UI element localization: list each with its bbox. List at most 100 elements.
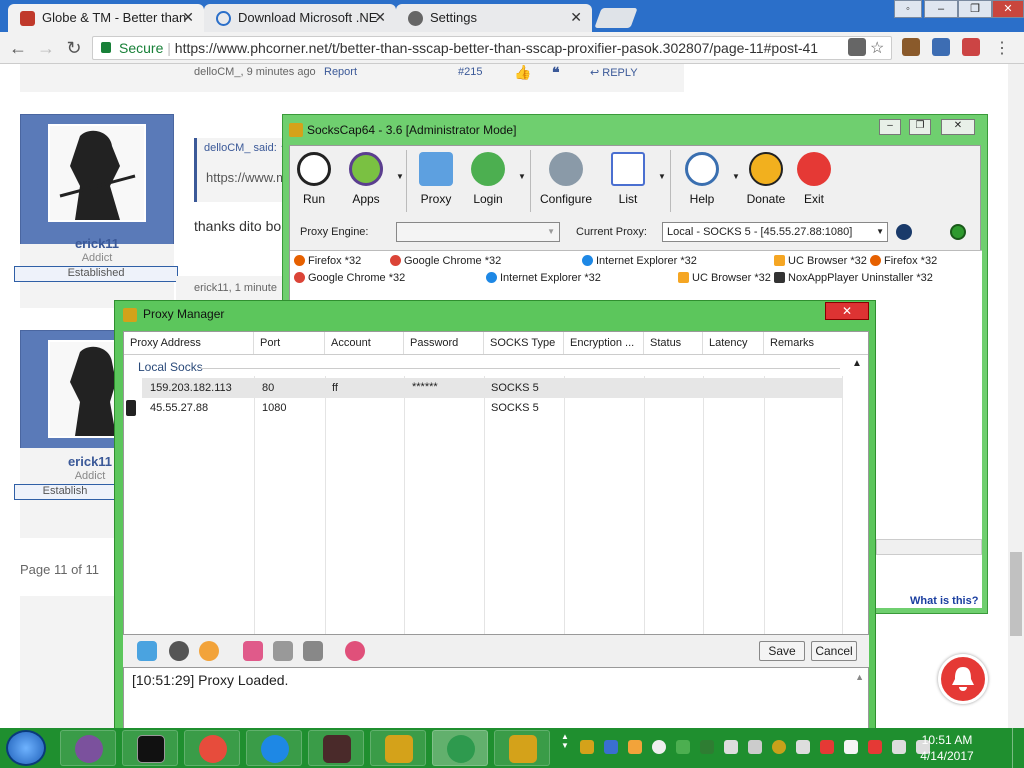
system-clock[interactable]: 10:51 AM 4/14/2017 — [912, 732, 982, 764]
quote-author[interactable]: delloCM_ said: ↑ — [204, 142, 285, 154]
what-is-this-link[interactable]: What is this? — [910, 595, 978, 607]
bulb-icon[interactable] — [273, 641, 293, 661]
tray-printer-icon[interactable] — [796, 740, 810, 754]
taskbar-game[interactable] — [308, 730, 364, 766]
menu-dots-icon[interactable]: ⋮ — [994, 38, 1012, 57]
proxy-engine-select[interactable]: ▼ — [396, 222, 560, 242]
tray-speaker-icon[interactable] — [844, 740, 858, 754]
login-button[interactable]: Login — [458, 152, 518, 206]
taskbar-cmd[interactable] — [122, 730, 178, 766]
maximize-button[interactable]: ❐ — [958, 0, 992, 18]
tray-display-icon[interactable] — [892, 740, 906, 754]
tray-expand-icon[interactable]: ▲ ▼ — [560, 732, 570, 764]
proxy-button[interactable]: Proxy — [406, 152, 466, 206]
horizontal-scrollbar[interactable] — [876, 539, 982, 555]
chevron-down-icon[interactable]: ▼ — [396, 172, 404, 181]
avatar[interactable] — [48, 340, 116, 438]
collapse-icon[interactable]: ▲ — [852, 358, 862, 369]
username[interactable]: erick11 — [20, 236, 174, 251]
column-header[interactable]: Account — [325, 332, 404, 354]
lightning-icon[interactable] — [896, 224, 912, 240]
app-item[interactable]: UC Browser *32 — [774, 255, 867, 267]
column-header[interactable]: Proxy Address — [124, 332, 254, 354]
reply-link[interactable]: ↩ REPLY — [590, 66, 638, 79]
chevron-down-icon[interactable]: ▼ — [518, 172, 526, 181]
delete-proxy-icon[interactable] — [169, 641, 189, 661]
show-desktop-button[interactable] — [1012, 728, 1024, 768]
user-icon[interactable]: ◦ — [894, 0, 922, 18]
check-icon[interactable] — [303, 641, 323, 661]
refresh-icon[interactable] — [199, 641, 219, 661]
extension-red-icon[interactable] — [962, 38, 980, 56]
tray-network-icon[interactable] — [676, 740, 690, 754]
start-button[interactable] — [6, 730, 46, 766]
pagination[interactable]: Page 11 of 11 — [20, 562, 99, 577]
like-icon[interactable]: 👍 — [514, 64, 531, 81]
ss-icon[interactable] — [345, 641, 365, 661]
new-tab-button[interactable] — [594, 8, 638, 28]
app-item[interactable]: Firefox *32 — [294, 255, 361, 267]
app-item[interactable]: Firefox *32 — [870, 255, 937, 267]
exit-button[interactable]: Exit — [784, 152, 844, 206]
back-arrow-icon[interactable]: ← — [8, 38, 28, 59]
taskbar-browser[interactable] — [432, 730, 488, 766]
column-header[interactable]: Status — [644, 332, 703, 354]
tray-clock-icon[interactable] — [652, 740, 666, 754]
tray-monitor-icon[interactable] — [724, 740, 738, 754]
tray-sockscap-icon[interactable] — [580, 740, 594, 754]
list-button[interactable]: List — [598, 152, 658, 206]
current-proxy-select[interactable]: Local - SOCKS 5 - [45.55.27.88:1080] ▼ — [662, 222, 888, 242]
taskbar-sockscap[interactable] — [370, 730, 426, 766]
table-row[interactable]: 45.55.27.88 1080 SOCKS 5 — [124, 398, 842, 418]
column-header[interactable]: Port — [254, 332, 325, 354]
notification-bell-icon[interactable] — [938, 654, 988, 704]
quote-text[interactable]: https://www.m — [206, 170, 287, 185]
tray-app-icon[interactable] — [628, 740, 642, 754]
report-link[interactable]: Report — [324, 66, 357, 78]
run-button[interactable]: Run — [284, 152, 344, 206]
taskbar-sockscap-2[interactable] — [494, 730, 550, 766]
tab-settings[interactable]: Settings ✕ — [396, 4, 592, 32]
tray-coin-icon[interactable] — [772, 740, 786, 754]
help-button[interactable]: Help — [672, 152, 732, 206]
app-item[interactable]: Internet Explorer *32 — [582, 255, 697, 267]
avatar[interactable] — [48, 124, 146, 222]
app-item[interactable]: Google Chrome *32 — [294, 272, 405, 284]
chevron-down-icon[interactable]: ▼ — [658, 172, 666, 181]
tray-security-icon[interactable] — [868, 740, 882, 754]
star-icon[interactable]: ☆ — [870, 38, 888, 57]
maximize-button[interactable]: ❐ — [909, 119, 931, 135]
add-proxy-icon[interactable] — [137, 641, 157, 661]
translate-icon[interactable] — [932, 38, 950, 56]
close-icon[interactable]: ✕ — [182, 9, 194, 26]
apps-button[interactable]: Apps — [336, 152, 396, 206]
column-header[interactable]: SOCKS Type — [484, 332, 564, 354]
taskbar-network[interactable] — [246, 730, 302, 766]
column-header[interactable]: Encryption ... — [564, 332, 644, 354]
app-item[interactable]: Google Chrome *32 — [390, 255, 501, 267]
reload-icon[interactable]: ↻ — [64, 38, 84, 59]
column-header[interactable]: Latency — [703, 332, 764, 354]
site-settings-icon[interactable] — [848, 38, 866, 56]
close-button[interactable]: ✕ — [825, 302, 869, 320]
save-button[interactable]: Save — [759, 641, 805, 661]
close-button[interactable]: ✕ — [992, 0, 1024, 18]
tray-flag-icon[interactable] — [820, 740, 834, 754]
tray-bluetooth-icon[interactable] — [604, 740, 618, 754]
taskbar-viber[interactable] — [60, 730, 116, 766]
settings-icon[interactable] — [243, 641, 263, 661]
minimize-button[interactable]: – — [924, 0, 958, 18]
app-item[interactable]: UC Browser *32 — [678, 272, 771, 284]
column-header[interactable]: Password — [404, 332, 484, 354]
table-row[interactable]: 159.203.182.113 80 ff ****** SOCKS 5 — [142, 378, 842, 398]
minimize-button[interactable]: – — [879, 119, 901, 135]
tray-volume-icon[interactable] — [748, 740, 762, 754]
taskbar-app[interactable] — [184, 730, 240, 766]
group-label[interactable]: Local Socks — [138, 360, 203, 374]
scroll-up-icon[interactable]: ▲ — [855, 672, 864, 682]
close-icon[interactable]: ✕ — [374, 9, 386, 26]
app-item[interactable]: Internet Explorer *32 — [486, 272, 601, 284]
quote-icon[interactable]: ❝ — [552, 64, 560, 81]
cancel-button[interactable]: Cancel — [811, 641, 857, 661]
address-bar[interactable]: Secure | https://www.phcorner.net/t/bett… — [92, 36, 892, 60]
